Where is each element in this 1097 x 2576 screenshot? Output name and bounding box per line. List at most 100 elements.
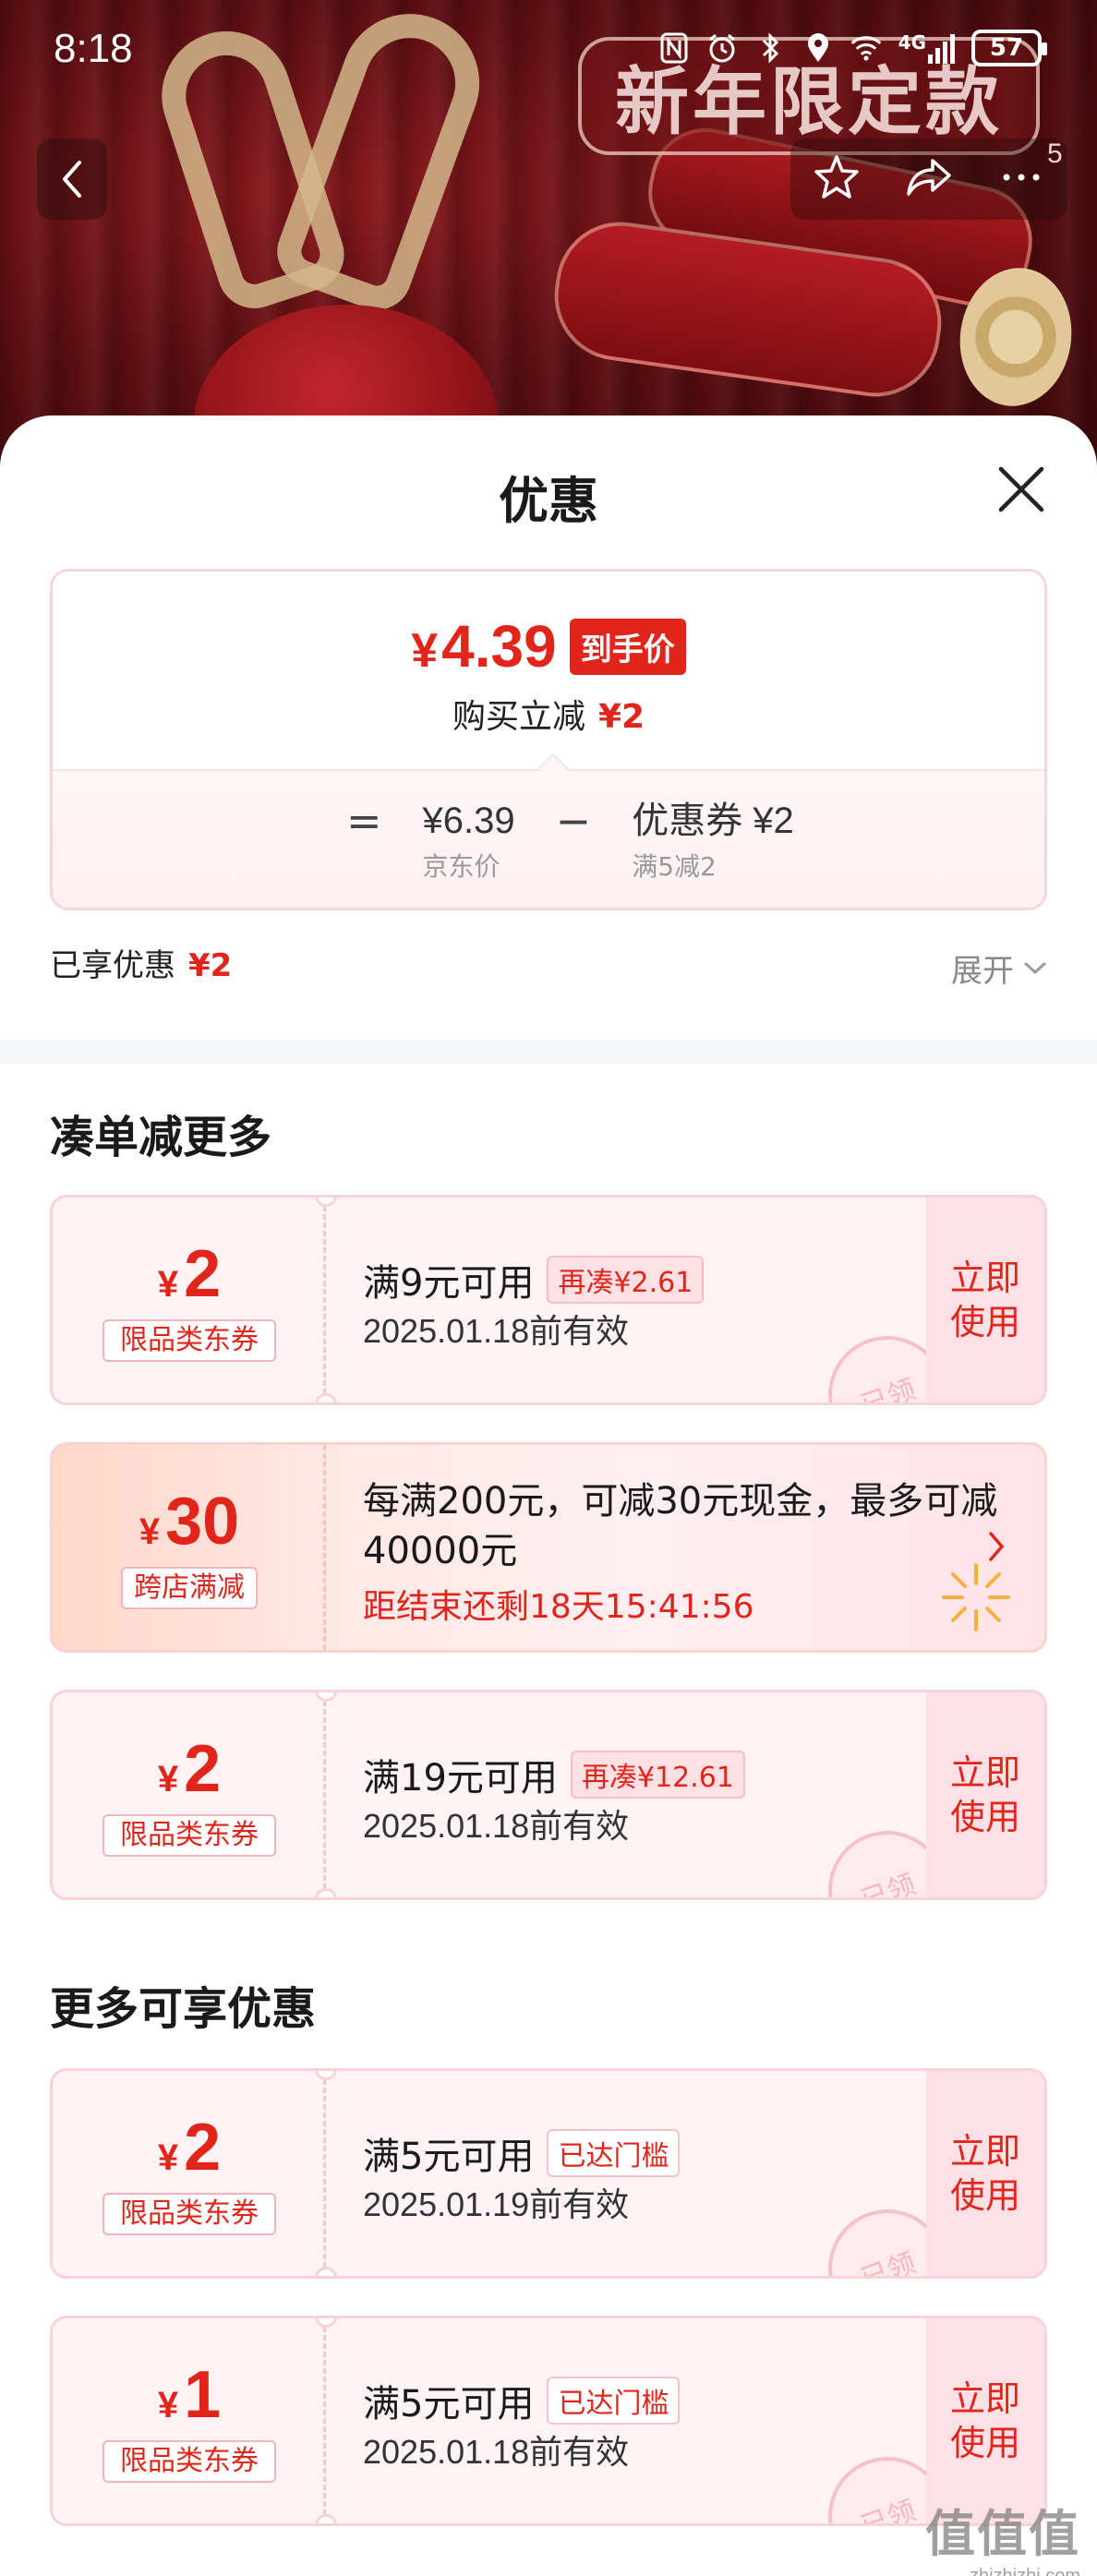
share-button[interactable] — [905, 153, 953, 205]
coupon-kind-label: 限品类东券 — [102, 1319, 276, 1362]
coupon-card: ¥2 限品类东券 满5元可用 已达门槛 2025.01.19前有效 已领 立即使… — [50, 2068, 1047, 2279]
close-button[interactable] — [994, 462, 1049, 517]
coupon-topup-tag: 再凑¥2.61 — [547, 1256, 705, 1304]
use-now-button[interactable]: 立即 使用 — [926, 2071, 1044, 2276]
coupon-valid-date: 2025.01.18前有效 — [363, 2433, 630, 2471]
use-now-line1: 立即 — [949, 1752, 1020, 1793]
coupon-condition: 满19元可用 再凑¥12.61 — [363, 1748, 745, 1801]
price-formula-row: = ¥6.39 京东价 − 优惠券 ¥2 满5减2 — [346, 795, 794, 884]
promo-currency: ¥ — [139, 1511, 161, 1552]
nfc-icon — [658, 31, 690, 65]
promo-description: 每满200元，可减30元现金，最多可减40000元 — [363, 1480, 998, 1572]
status-time: 8:18 — [54, 26, 133, 71]
price-summary-top: ¥4.39 到手价 购买立减 ¥2 — [53, 572, 1044, 769]
expand-label: 展开 — [951, 953, 1014, 990]
coupon-amount-value: 2 — [184, 1237, 222, 1311]
status-icons: 4G 57 — [658, 30, 1047, 66]
promo-countdown: 距结束还剩18天15:41:56 — [363, 1588, 754, 1626]
promo-kind-label: 跨店满减 — [121, 1567, 258, 1609]
enjoyed-discount-label: 已享优惠 — [50, 947, 175, 984]
final-price-value: 4.39 — [441, 613, 557, 680]
location-icon — [802, 31, 834, 65]
section-title-more-benefits: 更多可享优惠 — [50, 1983, 317, 2035]
enjoyed-discount-amount: ¥2 — [188, 947, 233, 984]
coupon-amount: ¥2 — [53, 1238, 326, 1320]
coupon-valid-date: 2025.01.18前有效 — [363, 1807, 630, 1845]
discount-sheet: 优惠 ¥4.39 到手价 购买立减 ¥2 = ¥6.39 京东价 − 优惠券 ¥… — [0, 415, 1097, 2576]
price-summary-card: ¥4.39 到手价 购买立减 ¥2 = ¥6.39 京东价 − 优惠券 ¥2 满5… — [50, 569, 1047, 910]
enjoyed-discount: 已享优惠 ¥2 — [50, 940, 232, 985]
watermark: 值值值 zhizhizhi.com — [925, 2493, 1080, 2576]
coupon-term-value: 优惠券 ¥2 — [632, 800, 794, 841]
chevron-down-icon — [1024, 962, 1046, 974]
minus-sign: − — [555, 796, 592, 846]
coupon-kind-label: 限品类东券 — [102, 2193, 276, 2235]
coupon-topup-tag: 再凑¥12.61 — [570, 1751, 745, 1799]
favorite-button[interactable] — [813, 153, 861, 205]
use-now-button[interactable]: 立即 使用 — [926, 1198, 1044, 1402]
coupon-valid-date: 2025.01.19前有效 — [363, 2185, 630, 2223]
sparkle-icon — [942, 1563, 1010, 1631]
use-now-button[interactable]: 立即 使用 — [926, 1692, 1044, 1897]
section-divider — [0, 1040, 1097, 1064]
equals-sign: = — [346, 796, 382, 846]
final-price-row: ¥4.39 到手价 — [53, 612, 1044, 680]
share-icon — [907, 159, 951, 196]
price-formula: = ¥6.39 京东价 − 优惠券 ¥2 满5减2 — [53, 769, 1044, 908]
network-type-label: 4G — [898, 31, 926, 54]
coupon-threshold-tag: 已达门槛 — [547, 2129, 681, 2177]
final-price: ¥4.39 — [411, 612, 556, 680]
final-price-currency: ¥ — [411, 624, 439, 678]
coupon-notch-bottom — [315, 2267, 337, 2276]
signal-icon: 4G — [898, 31, 955, 65]
coupon-amount: ¥2 — [53, 2112, 326, 2194]
coupon-card: ¥2 限品类东券 满9元可用 再凑¥2.61 2025.01.18前有效 已领 … — [50, 1195, 1047, 1405]
bluetooth-icon — [754, 31, 786, 65]
use-now-line2: 使用 — [949, 1302, 1020, 1342]
promo-amount: ¥30 — [53, 1486, 326, 1568]
coupon-term-rule: 满5减2 — [632, 851, 717, 882]
wifi-icon — [850, 31, 882, 65]
coupon-amount-value: 2 — [184, 1732, 222, 1806]
star-icon — [814, 155, 859, 199]
instant-reduce-label: 购买立减 — [452, 698, 585, 736]
cross-store-promo-card[interactable]: ¥30 跨店满减 每满200元，可减30元现金，最多可减40000元 距结束还剩… — [50, 1442, 1047, 1653]
use-now-line1: 立即 — [949, 2131, 1020, 2172]
nav-action-group — [790, 138, 1067, 220]
coupon-condition: 满5元可用 已达门槛 — [363, 2374, 681, 2427]
final-price-tag: 到手价 — [569, 618, 686, 675]
alarm-icon — [706, 31, 738, 65]
coupon-condition-text: 满9元可用 — [363, 1262, 535, 1305]
coupon-amount-value: 1 — [184, 2358, 222, 2432]
coupon-condition: 满9元可用 再凑¥2.61 — [363, 1253, 705, 1306]
more-icon — [1003, 174, 1040, 181]
coupon-valid-date: 2025.01.18前有效 — [363, 1312, 630, 1350]
coupon-notch-bottom — [315, 1888, 337, 1897]
coupon-condition-text: 满5元可用 — [363, 2136, 535, 2178]
more-button[interactable] — [997, 153, 1045, 205]
battery-level: 57 — [989, 34, 1024, 62]
coupon-condition-text: 满5元可用 — [363, 2383, 535, 2426]
coupon-currency: ¥ — [157, 2137, 179, 2178]
coupon-amount-value: 2 — [184, 2111, 222, 2185]
expand-button[interactable]: 展开 — [951, 945, 1047, 991]
chevron-right-icon — [989, 1532, 1005, 1561]
watermark-logo: 值值值 — [925, 2505, 1080, 2563]
coupon-condition: 满5元可用 已达门槛 — [363, 2126, 681, 2180]
use-now-line1: 立即 — [949, 2378, 1020, 2419]
coupon-card: ¥1 限品类东券 满5元可用 已达门槛 2025.01.18前有效 已领 立即使… — [50, 2316, 1047, 2526]
back-button[interactable] — [37, 138, 107, 220]
promo-amount-value: 30 — [165, 1485, 240, 1559]
coupon-threshold-tag: 已达门槛 — [547, 2377, 681, 2425]
use-now-line2: 使用 — [949, 2175, 1020, 2216]
coupon-currency: ¥ — [157, 1264, 179, 1305]
coupon-kind-label: 限品类东券 — [102, 1814, 276, 1857]
status-bar: 8:18 4G 57 — [0, 0, 1097, 102]
coupon-currency: ¥ — [157, 2385, 179, 2426]
coupon-notch-bottom — [315, 2514, 337, 2523]
use-now-line1: 立即 — [949, 1258, 1020, 1298]
section-title-more-order: 凑单减更多 — [50, 1112, 272, 1163]
coupon-currency: ¥ — [157, 1759, 179, 1800]
jd-price-label: 京东价 — [422, 851, 500, 882]
jd-price-value: ¥6.39 — [422, 800, 515, 841]
